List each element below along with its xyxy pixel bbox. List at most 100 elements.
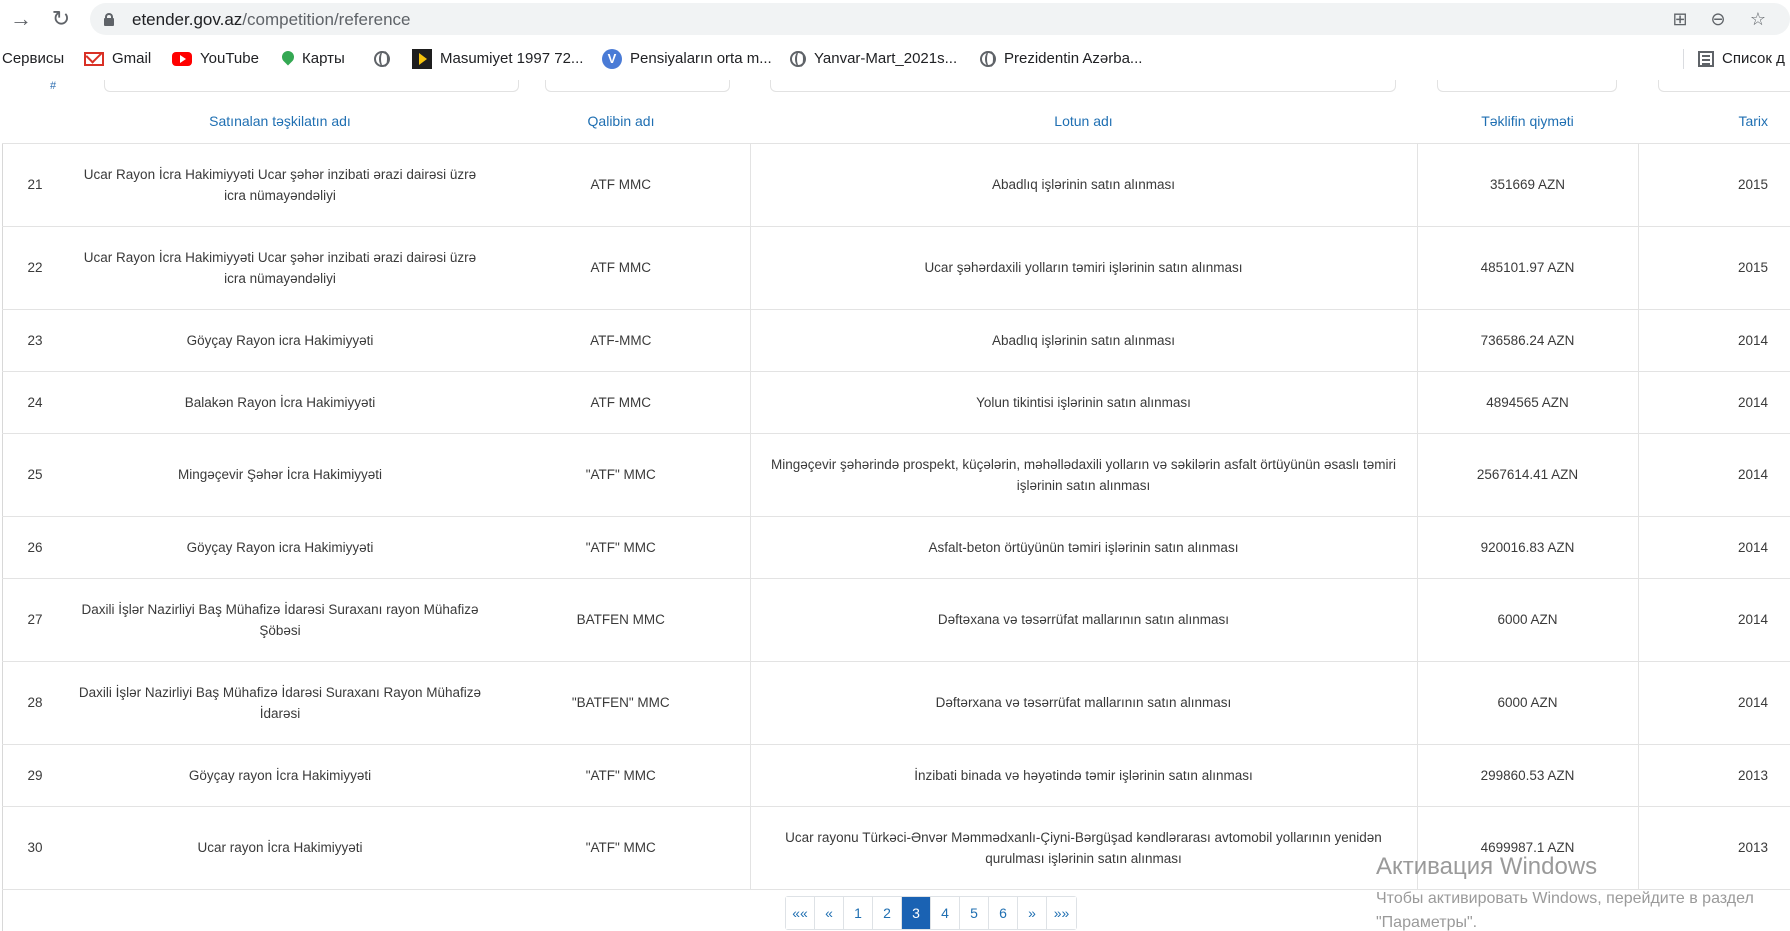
cell-winner: ATF MMC	[492, 226, 751, 310]
page-5-button[interactable]: 5	[960, 897, 989, 929]
table-row[interactable]: 27 Daxili İşlər Nazirliyi Baş Mühafizə İ…	[2, 578, 1790, 662]
globe-icon	[980, 51, 996, 68]
url-path: /competition/reference	[242, 10, 411, 29]
cell-org: Ucar Rayon İcra Hakimiyyəti Ucar şəhər i…	[68, 226, 492, 310]
globe-icon	[790, 51, 806, 68]
filter-winner-input[interactable]	[545, 80, 730, 92]
cell-lot: Mingəçevir şəhərində prospekt, küçələrin…	[750, 433, 1418, 517]
bookmark-globe[interactable]	[374, 49, 398, 69]
page-first-button[interactable]: ««	[786, 897, 815, 929]
bookmarks-bar: Сервисы Gmail YouTube Карты Masumiyet 19…	[0, 40, 1790, 78]
page-3-button-current[interactable]: 3	[902, 897, 931, 929]
cell-winner: ATF MMC	[492, 371, 751, 434]
cell-price: 4894565 AZN	[1417, 371, 1639, 434]
table-row[interactable]: 28 Daxili İşlər Nazirliyi Baş Mühafizə İ…	[2, 661, 1790, 745]
table-row[interactable]: 26 Göyçay Rayon icra Hakimiyyəti "ATF" M…	[2, 516, 1790, 579]
page-last-button[interactable]: »»	[1047, 897, 1076, 929]
col-header-winner[interactable]: Qalibin adı	[492, 100, 750, 144]
back-arrow-icon[interactable]: →	[8, 6, 34, 32]
cell-num: 23	[2, 309, 68, 372]
cell-winner: "BATFEN" MMC	[492, 661, 751, 745]
bookmark-pensiya[interactable]: V Pensiyaların orta m...	[602, 49, 772, 70]
cell-date: 2014	[1638, 433, 1790, 517]
bookmark-masumiyet[interactable]: Masumiyet 1997 72...	[412, 49, 584, 70]
cell-lot: Asfalt-beton örtüyünün təmiri işlərinin …	[750, 516, 1418, 579]
windows-activation-line2: "Параметры".	[1376, 914, 1478, 931]
bookmark-prezident[interactable]: Prezidentin Azərba...	[980, 49, 1142, 69]
bookmark-gmail[interactable]: Gmail	[84, 49, 151, 69]
bookmark-reading-list-label: Список д	[1722, 50, 1785, 67]
bookmark-yanvar[interactable]: Yanvar-Mart_2021s...	[790, 49, 957, 69]
cell-lot: Yolun tikintisi işlərinin satın alınması	[750, 371, 1418, 434]
cell-winner: ATF MMC	[492, 143, 751, 227]
address-bar-row: → ↻ etender.gov.az/competition/reference…	[0, 0, 1790, 38]
bookmark-prezident-label: Prezidentin Azərba...	[1004, 50, 1143, 67]
cell-date: 2014	[1638, 578, 1790, 662]
cell-lot: Abadlıq işlərinin satın alınması	[750, 309, 1418, 372]
cell-org: Daxili İşlər Nazirliyi Baş Mühafizə İdar…	[68, 661, 492, 745]
reload-icon[interactable]: ↻	[48, 6, 74, 32]
zoom-icon[interactable]: ⊖	[1706, 7, 1730, 31]
cell-lot: Dəftərxana və təsərrüfat mallarının satı…	[750, 661, 1418, 745]
bookmark-youtube-label: YouTube	[200, 50, 259, 67]
cell-num: 30	[2, 806, 68, 890]
cell-price: 351669 AZN	[1417, 143, 1639, 227]
col-header-org[interactable]: Satınalan təşkilatın adı	[68, 100, 492, 144]
cell-lot: Ucar rayonu Türkəci-Ənvər Məmmədxanlı-Çi…	[750, 806, 1418, 890]
filter-org-input[interactable]	[104, 80, 519, 92]
cell-price: 299860.53 AZN	[1417, 744, 1639, 807]
bookmark-maps[interactable]: Карты	[282, 49, 345, 69]
page-4-button[interactable]: 4	[931, 897, 960, 929]
cell-price: 485101.97 AZN	[1417, 226, 1639, 310]
results-table: Satınalan təşkilatın adı Qalibin adı Lot…	[2, 100, 1790, 890]
filter-price-input[interactable]	[1437, 80, 1617, 92]
filter-date-input[interactable]	[1658, 80, 1790, 92]
page-2-button[interactable]: 2	[873, 897, 902, 929]
url-text[interactable]: etender.gov.az/competition/reference	[132, 10, 410, 30]
filter-hash-label: #	[50, 80, 57, 92]
bookmark-services[interactable]: Сервисы	[2, 49, 64, 69]
play-icon	[412, 49, 432, 70]
cell-org: Göyçay rayon İcra Hakimiyyəti	[68, 744, 492, 807]
cell-org: Göyçay Rayon icra Hakimiyyəti	[68, 309, 492, 372]
maps-icon	[282, 51, 294, 67]
table-row[interactable]: 21 Ucar Rayon İcra Hakimiyyəti Ucar şəhə…	[2, 143, 1790, 227]
col-header-price[interactable]: Təklifin qiyməti	[1417, 100, 1638, 144]
table-row[interactable]: 23 Göyçay Rayon icra Hakimiyyəti ATF-MMC…	[2, 309, 1790, 372]
cell-date: 2013	[1638, 744, 1790, 807]
star-icon[interactable]: ☆	[1746, 7, 1770, 31]
cell-date: 2013	[1638, 806, 1790, 890]
table-row[interactable]: 24 Balakən Rayon İcra Hakimiyyəti ATF MM…	[2, 371, 1790, 434]
table-row[interactable]: 29 Göyçay rayon İcra Hakimiyyəti "ATF" M…	[2, 744, 1790, 807]
omnibox[interactable]: etender.gov.az/competition/reference ⊞ ⊖…	[90, 3, 1790, 35]
bookmark-masumiyet-label: Masumiyet 1997 72...	[440, 50, 584, 67]
page-1-button[interactable]: 1	[844, 897, 873, 929]
windows-activation-text: Чтобы активировать Windows, перейдите в …	[1376, 887, 1754, 931]
cell-price: 6000 AZN	[1417, 578, 1639, 662]
page-prev-button[interactable]: «	[815, 897, 844, 929]
filter-lot-input[interactable]	[770, 80, 1396, 92]
cell-num: 29	[2, 744, 68, 807]
cell-price: 6000 AZN	[1417, 661, 1639, 745]
browser-chrome: → ↻ etender.gov.az/competition/reference…	[0, 0, 1790, 80]
cell-lot: Dəftəxana və təsərrüfat mallarının satın…	[750, 578, 1418, 662]
lock-icon[interactable]	[104, 13, 114, 26]
bookmark-reading-list[interactable]: Список д	[1698, 49, 1785, 69]
cell-winner: "ATF" MMC	[492, 516, 751, 579]
page-6-button[interactable]: 6	[989, 897, 1018, 929]
cell-lot: Ucar şəhərdaxili yolların təmiri işlərin…	[750, 226, 1418, 310]
col-header-lot[interactable]: Lotun adı	[750, 100, 1417, 144]
page-next-button[interactable]: »	[1018, 897, 1047, 929]
cell-winner: ATF-MMC	[492, 309, 751, 372]
cell-price: 736586.24 AZN	[1417, 309, 1639, 372]
cell-org: Ucar rayon İcra Hakimiyyəti	[68, 806, 492, 890]
translate-icon[interactable]: ⊞	[1668, 7, 1692, 31]
cell-price: 2567614.41 AZN	[1417, 433, 1639, 517]
col-header-date[interactable]: Tarix	[1638, 100, 1790, 144]
globe-icon	[374, 51, 390, 68]
cell-date: 2015	[1638, 143, 1790, 227]
cell-lot: İnzibati binada və həyətində təmir işlər…	[750, 744, 1418, 807]
table-row[interactable]: 25 Mingəçevir Şəhər İcra Hakimiyyəti "AT…	[2, 433, 1790, 517]
table-row[interactable]: 22 Ucar Rayon İcra Hakimiyyəti Ucar şəhə…	[2, 226, 1790, 310]
bookmark-youtube[interactable]: YouTube	[172, 49, 259, 69]
